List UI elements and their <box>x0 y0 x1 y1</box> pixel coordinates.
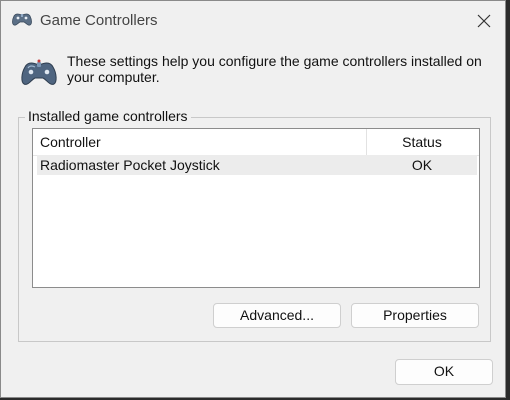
ok-button[interactable]: OK <box>395 359 493 385</box>
gamepad-icon <box>19 57 59 91</box>
properties-button[interactable]: Properties <box>351 303 479 328</box>
column-header-controller[interactable]: Controller <box>33 129 367 155</box>
title-bar[interactable]: Game Controllers <box>1 1 505 41</box>
controller-name: Radiomaster Pocket Joystick <box>40 157 220 173</box>
controller-status: OK <box>411 157 433 173</box>
close-button[interactable] <box>469 6 499 36</box>
list-header: Controller Status <box>33 129 479 156</box>
close-icon <box>477 14 491 28</box>
game-controllers-dialog: Game Controllers These settings help you… <box>0 0 506 398</box>
window-title: Game Controllers <box>40 12 158 29</box>
list-item[interactable]: Radiomaster Pocket Joystick OK <box>37 155 477 175</box>
controllers-list[interactable]: Controller Status Radiomaster Pocket Joy… <box>32 128 480 288</box>
column-header-status[interactable]: Status <box>367 129 477 155</box>
advanced-button[interactable]: Advanced... <box>213 303 341 328</box>
gamepad-icon <box>11 11 33 29</box>
group-label: Installed game controllers <box>25 108 191 124</box>
intro-text: These settings help you configure the ga… <box>67 53 482 85</box>
